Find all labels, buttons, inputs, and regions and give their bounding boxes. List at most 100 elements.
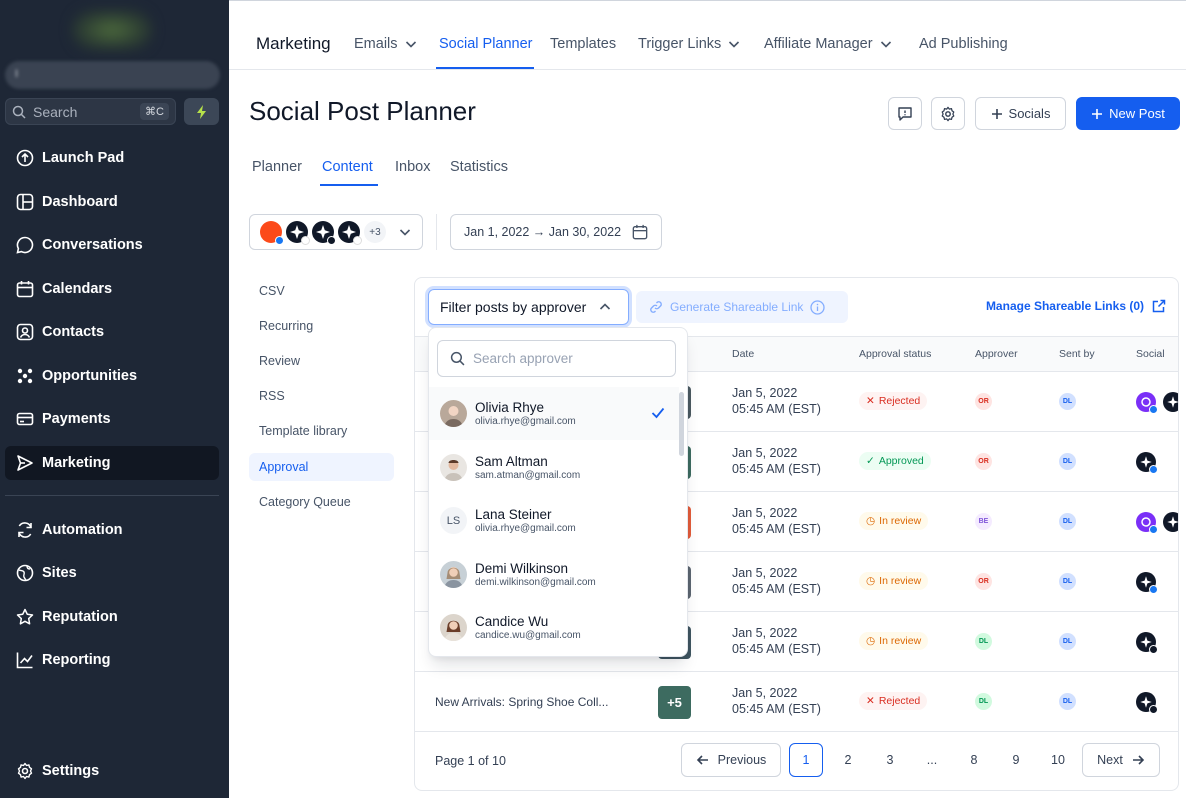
date-text: Jan 5, 2022 <box>732 566 798 580</box>
nav-trigger-links[interactable]: Trigger Links <box>638 36 741 52</box>
post-date: Jan 5, 2022 05:45 AM (EST) <box>732 385 821 417</box>
account-avatar <box>260 221 284 245</box>
approver-avatar: BE <box>975 513 992 530</box>
page-button[interactable]: 9 <box>999 743 1033 777</box>
sidebar-item-dashboard[interactable]: Dashboard <box>5 185 219 219</box>
approver-search-input[interactable]: Search approver <box>437 340 676 377</box>
column-approver: Approver <box>975 348 1018 360</box>
message-alert-icon <box>898 106 912 121</box>
tab-content[interactable]: Content <box>322 159 373 175</box>
sidebar-item-conversations[interactable]: Conversations <box>5 228 219 262</box>
clock-icon: ◷ <box>866 515 876 527</box>
approver-option[interactable]: LS Lana Steiner olivia.rhye@gmail.com <box>429 494 679 547</box>
sidebar-item-label: Opportunities <box>42 368 138 384</box>
sidebar-search[interactable]: Search ⌘C <box>5 98 176 125</box>
page-button[interactable]: 3 <box>873 743 907 777</box>
account-switcher[interactable]: I <box>5 61 220 89</box>
nav-emails[interactable]: Emails <box>354 36 418 52</box>
automation-icon <box>15 520 35 540</box>
dropdown-scrollbar[interactable] <box>679 392 684 456</box>
account-avatar <box>286 221 310 245</box>
status-label: In review <box>879 515 922 527</box>
nav-active-underline <box>436 67 534 69</box>
left-nav-csv[interactable]: CSV <box>249 277 394 305</box>
sidebar-item-reputation[interactable]: Reputation <box>5 600 219 634</box>
left-nav-category-queue[interactable]: Category Queue <box>249 488 394 516</box>
sidebar-item-opportunities[interactable]: Opportunities <box>5 359 219 393</box>
table-row[interactable]: New Arrivals: Spring Shoe Coll... +5 Jan… <box>415 672 1178 732</box>
approver-option[interactable]: Olivia Rhye olivia.rhye@gmail.com <box>429 387 679 440</box>
sidebar-item-label: Sites <box>42 565 77 581</box>
page-button[interactable]: 10 <box>1041 743 1075 777</box>
left-nav-recurring[interactable]: Recurring <box>249 312 394 340</box>
sidebar-item-automation[interactable]: Automation <box>5 513 219 547</box>
approver-option[interactable]: Candice Wu candice.wu@gmail.com <box>429 601 679 654</box>
manage-shareable-links-link[interactable]: Manage Shareable Links (0) <box>986 299 1166 313</box>
check-circle-icon: ✓ <box>866 455 875 467</box>
sender-avatar: DL <box>1059 633 1076 650</box>
page-button[interactable]: 2 <box>831 743 865 777</box>
nav-affiliate-manager[interactable]: Affiliate Manager <box>764 36 893 52</box>
sidebar-item-payments[interactable]: Payments <box>5 402 219 436</box>
left-nav-template-library[interactable]: Template library <box>249 417 394 445</box>
opportunities-icon <box>15 366 35 386</box>
nav-templates[interactable]: Templates <box>550 36 616 52</box>
sidebar-item-calendars[interactable]: Calendars <box>5 272 219 306</box>
calendar-icon <box>15 279 35 299</box>
status-badge: ✕ Rejected <box>859 392 928 410</box>
account-filter[interactable]: +3 <box>249 214 423 250</box>
instagram-icon <box>1149 705 1158 714</box>
sidebar-item-reporting[interactable]: Reporting <box>5 643 219 677</box>
social-account-icon <box>1136 572 1158 594</box>
tab-statistics[interactable]: Statistics <box>450 159 508 175</box>
sidebar-item-settings[interactable]: Settings <box>5 754 219 788</box>
quick-actions-button[interactable] <box>184 98 219 125</box>
sidebar: I Search ⌘C Launch Pad Dashboard Convers… <box>0 0 229 798</box>
facebook-icon <box>1149 585 1158 594</box>
nav-social-planner[interactable]: Social Planner <box>439 36 533 52</box>
tab-planner[interactable]: Planner <box>252 159 302 175</box>
socials-button[interactable]: Socials <box>975 97 1066 130</box>
dashboard-icon <box>15 192 35 212</box>
sidebar-item-contacts[interactable]: Contacts <box>5 315 219 349</box>
clock-icon: ◷ <box>866 635 876 647</box>
social-account-icon <box>1136 452 1158 474</box>
approver-name: Demi Wilkinson <box>475 560 569 576</box>
page-button[interactable]: 8 <box>957 743 991 777</box>
bolt-icon <box>196 104 206 119</box>
more-media-count: +5 <box>667 695 682 710</box>
approver-filter-button[interactable]: Filter posts by approver <box>428 289 629 325</box>
clock-icon: ◷ <box>866 575 876 587</box>
top-navigation <box>229 0 1186 70</box>
left-nav-rss[interactable]: RSS <box>249 382 394 410</box>
plus-icon <box>1092 108 1103 119</box>
page-button[interactable]: 1 <box>789 743 823 777</box>
sender-avatar: DL <box>1059 393 1076 410</box>
sidebar-item-marketing[interactable]: Marketing <box>5 446 219 480</box>
nav-ad-publishing[interactable]: Ad Publishing <box>919 36 1008 52</box>
date-text: Jan 5, 2022 <box>732 506 798 520</box>
new-post-button[interactable]: New Post <box>1076 97 1180 130</box>
facebook-icon <box>1149 405 1158 414</box>
approver-email: candice.wu@gmail.com <box>475 629 581 641</box>
generate-shareable-link-button[interactable]: Generate Shareable Link <box>636 291 848 323</box>
manage-links-label: Manage Shareable Links (0) <box>985 299 1144 313</box>
left-nav-approval[interactable]: Approval <box>249 453 394 481</box>
sidebar-item-sites[interactable]: Sites <box>5 556 219 590</box>
approver-option[interactable]: Sam Altman sam.atman@gmail.com <box>429 441 679 494</box>
date-range-picker[interactable]: Jan 1, 2022 → Jan 30, 2022 <box>450 214 662 250</box>
sidebar-item-label: Marketing <box>42 455 111 471</box>
feedback-button[interactable] <box>888 97 922 130</box>
next-page-button[interactable]: Next <box>1082 743 1160 777</box>
left-nav-review[interactable]: Review <box>249 347 394 375</box>
gear-icon <box>15 761 35 781</box>
column-sent-by: Sent by <box>1059 348 1095 360</box>
sidebar-item-launch-pad[interactable]: Launch Pad <box>5 141 219 175</box>
tab-inbox[interactable]: Inbox <box>395 159 430 175</box>
previous-page-button[interactable]: Previous <box>681 743 781 777</box>
social-account-icon <box>1136 632 1158 654</box>
approver-option[interactable]: Demi Wilkinson demi.wilkinson@gmail.com <box>429 548 679 601</box>
status-label: Rejected <box>878 695 921 707</box>
status-label: Approved <box>878 455 924 467</box>
settings-button[interactable] <box>931 97 965 130</box>
